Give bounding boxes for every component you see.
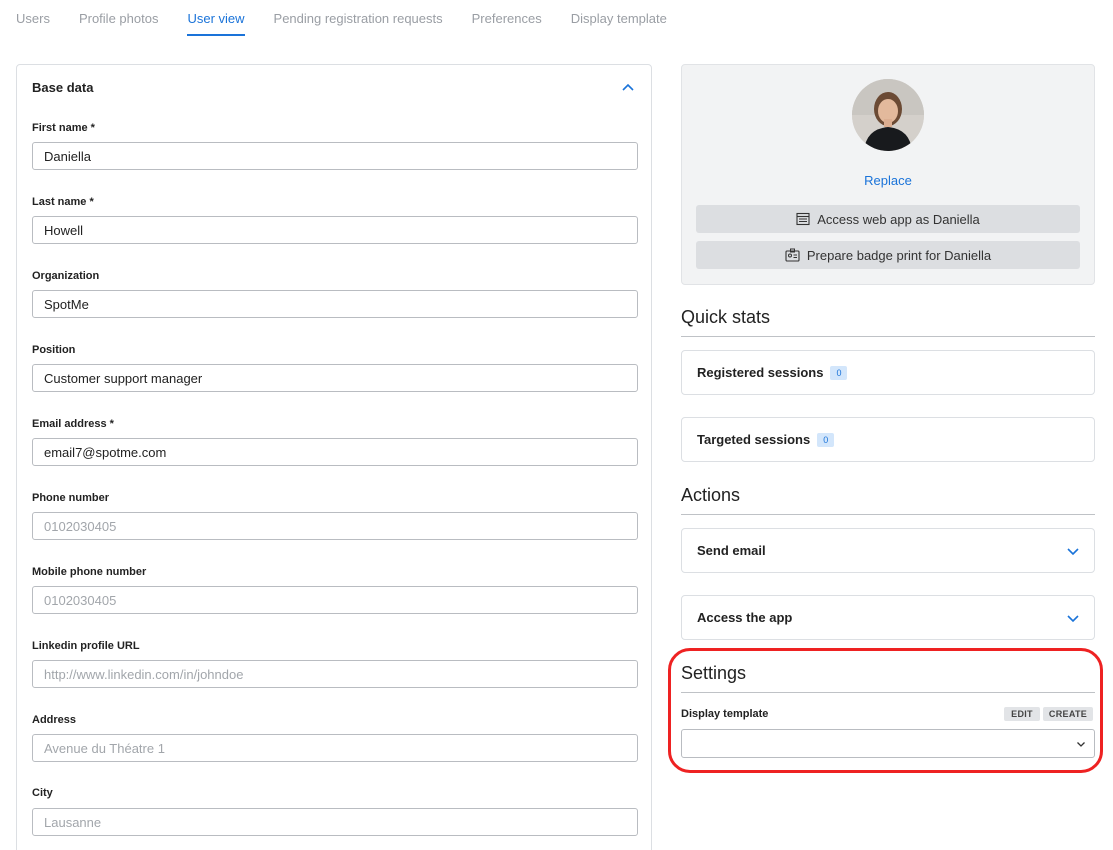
mobile-phone-label: Mobile phone number bbox=[32, 566, 147, 578]
chevron-down-icon[interactable] bbox=[1066, 544, 1080, 558]
tab-users[interactable]: Users bbox=[16, 0, 50, 36]
tab-preferences[interactable]: Preferences bbox=[472, 0, 542, 36]
avatar bbox=[852, 79, 924, 151]
tab-pending-registration-requests[interactable]: Pending registration requests bbox=[274, 0, 443, 36]
web-app-icon bbox=[796, 212, 810, 226]
base-data-title: Base data bbox=[32, 80, 94, 95]
city-label: City bbox=[32, 787, 53, 799]
profile-card: Replace Access web app as Daniella Prepa… bbox=[681, 64, 1095, 285]
access-web-app-label: Access web app as Daniella bbox=[817, 211, 980, 227]
mobile-phone-input[interactable] bbox=[32, 586, 638, 614]
city-input[interactable] bbox=[32, 808, 638, 836]
registered-sessions-box[interactable]: Registered sessions 0 bbox=[681, 350, 1095, 395]
last-name-label: Last name * bbox=[32, 196, 94, 208]
registered-sessions-label: Registered sessions bbox=[697, 365, 824, 380]
email-input[interactable] bbox=[32, 438, 638, 466]
organization-input[interactable] bbox=[32, 290, 638, 318]
phone-number-input[interactable] bbox=[32, 512, 638, 540]
address-input[interactable] bbox=[32, 734, 638, 762]
targeted-sessions-box[interactable]: Targeted sessions 0 bbox=[681, 417, 1095, 462]
send-email-panel[interactable]: Send email bbox=[681, 528, 1095, 573]
organization-label: Organization bbox=[32, 270, 100, 282]
tab-profile-photos[interactable]: Profile photos bbox=[79, 0, 159, 36]
registered-sessions-badge: 0 bbox=[830, 365, 848, 380]
base-data-card: Base data First name * Last name * Organ… bbox=[16, 64, 652, 850]
targeted-sessions-badge: 0 bbox=[817, 432, 835, 447]
badge-icon bbox=[785, 248, 800, 262]
chevron-up-icon[interactable] bbox=[619, 79, 637, 97]
badge-print-button[interactable]: Prepare badge print for Daniella bbox=[696, 241, 1080, 269]
access-web-app-button[interactable]: Access web app as Daniella bbox=[696, 205, 1080, 233]
first-name-input[interactable] bbox=[32, 142, 638, 170]
quick-stats-title: Quick stats bbox=[681, 307, 1095, 337]
replace-photo-link[interactable]: Replace bbox=[682, 173, 1094, 188]
send-email-label: Send email bbox=[697, 543, 766, 558]
tab-user-view[interactable]: User view bbox=[187, 0, 245, 36]
badge-print-label: Prepare badge print for Daniella bbox=[806, 247, 992, 263]
chevron-down-icon[interactable] bbox=[1066, 611, 1080, 625]
tab-display-template[interactable]: Display template bbox=[571, 0, 667, 36]
phone-number-label: Phone number bbox=[32, 492, 110, 504]
access-app-label: Access the app bbox=[697, 610, 793, 625]
address-label: Address bbox=[32, 714, 77, 726]
actions-title: Actions bbox=[681, 485, 1095, 515]
linkedin-url-label: Linkedin profile URL bbox=[32, 640, 140, 652]
email-label: Email address * bbox=[32, 418, 114, 430]
targeted-sessions-label: Targeted sessions bbox=[697, 432, 811, 447]
first-name-label: First name * bbox=[32, 122, 95, 134]
settings-highlight-outline bbox=[668, 648, 1103, 773]
position-input[interactable] bbox=[32, 364, 638, 392]
tab-bar: Users Profile photos User view Pending r… bbox=[16, 0, 667, 36]
linkedin-url-input[interactable] bbox=[32, 660, 638, 688]
position-label: Position bbox=[32, 344, 76, 356]
last-name-input[interactable] bbox=[32, 216, 638, 244]
access-app-panel[interactable]: Access the app bbox=[681, 595, 1095, 640]
